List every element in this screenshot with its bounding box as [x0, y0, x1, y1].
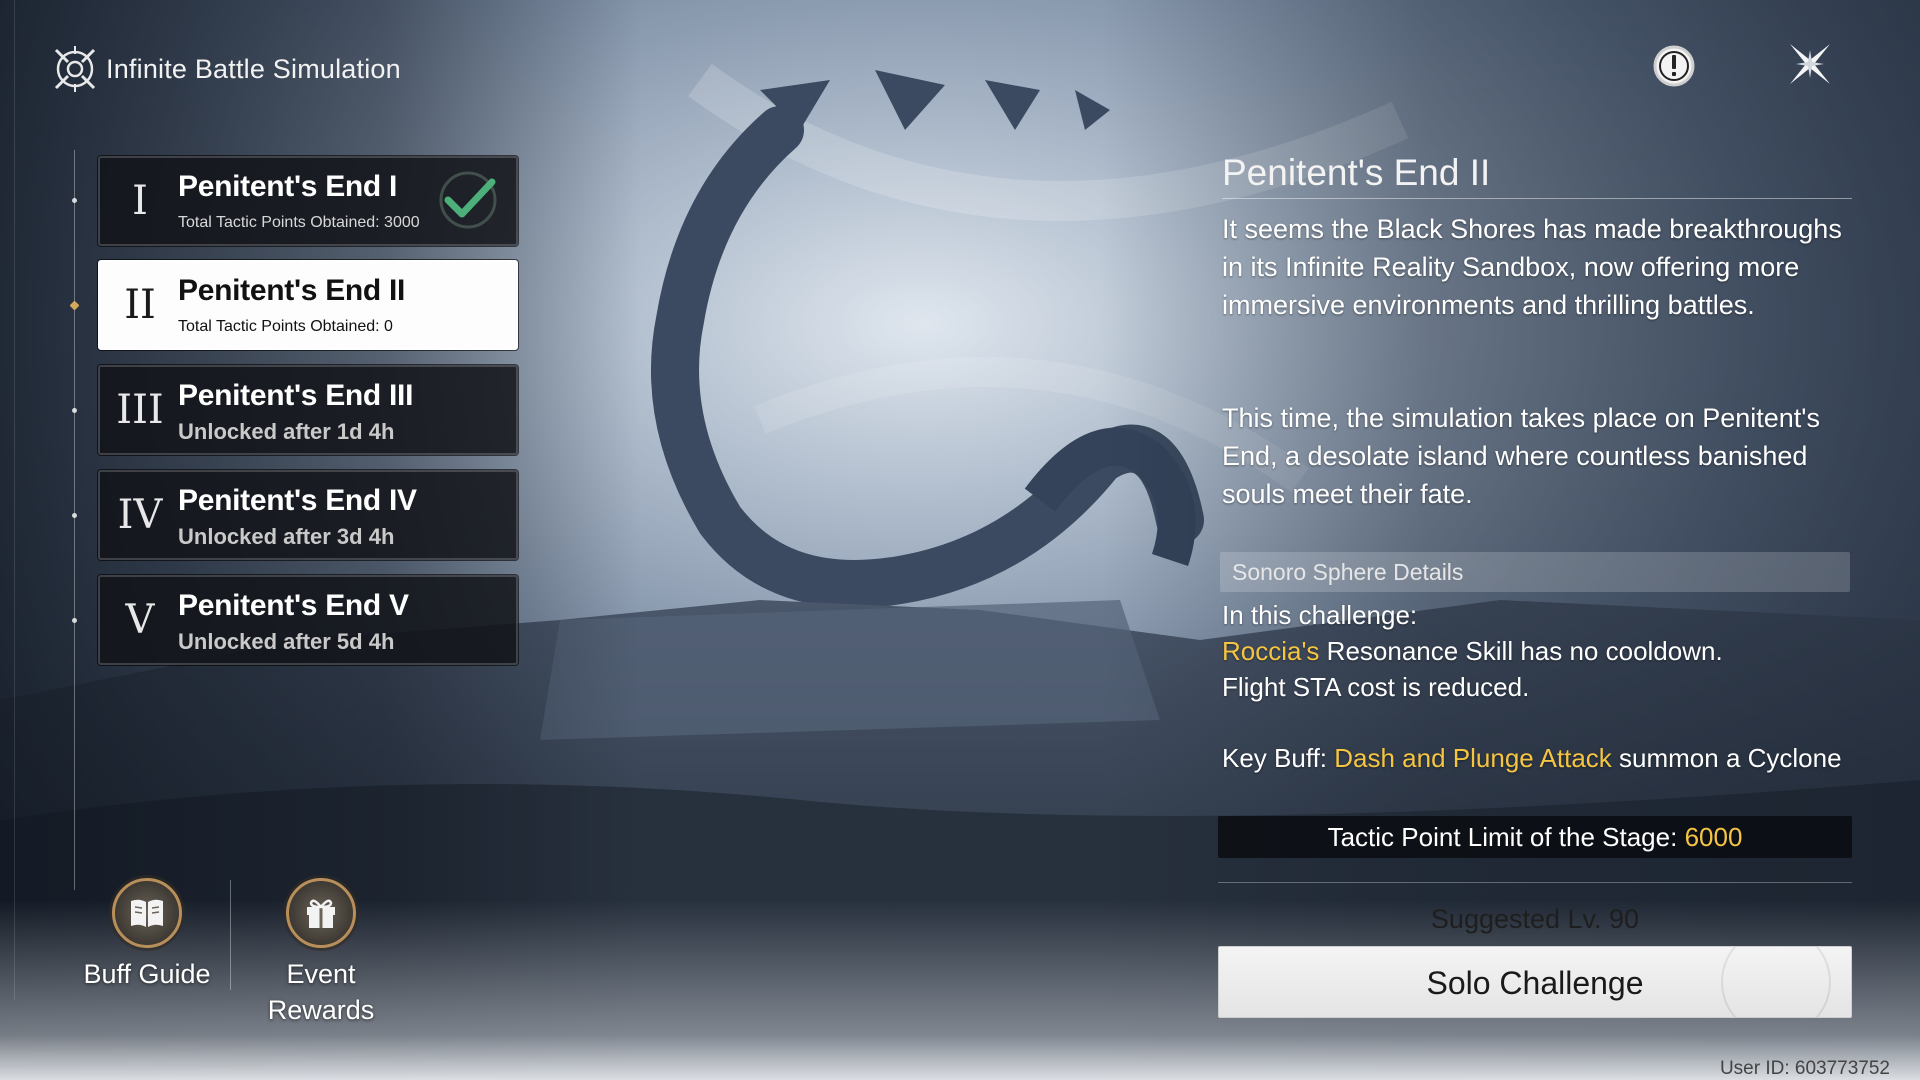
stage-numeral: V — [125, 597, 155, 643]
checkmark-icon — [439, 171, 497, 229]
book-icon — [131, 899, 163, 927]
buff-guide-icon-frame — [112, 878, 182, 948]
buff-guide-button[interactable]: Buff Guide — [72, 878, 222, 992]
stage-numeral: III — [116, 387, 164, 433]
info-button[interactable] — [1652, 44, 1696, 88]
stage-name: Penitent's End II — [178, 274, 406, 307]
close-button[interactable] — [1782, 36, 1838, 92]
stage-unlock-timer: Unlocked after 5d 4h — [178, 629, 395, 654]
stage-card-4[interactable]: IV Penitent's End IV Unlocked after 3d 4… — [98, 470, 518, 560]
event-rewards-label: Event Rewards — [267, 959, 375, 1025]
close-x-icon — [1790, 44, 1830, 84]
title-divider — [1222, 198, 1852, 199]
button-decoration — [1721, 947, 1831, 1017]
stage-unlock-timer: Unlocked after 3d 4h — [178, 524, 395, 549]
sonoro-sphere-header: Sonoro Sphere Details — [1220, 552, 1850, 592]
exclamation-circle-icon — [1653, 45, 1695, 87]
stage-points: Total Tactic Points Obtained: 0 — [178, 318, 393, 335]
event-rewards-button[interactable]: Event Rewards — [246, 878, 396, 1028]
stage-name: Penitent's End III — [178, 379, 414, 412]
page-header: Infinite Battle Simulation — [50, 44, 401, 94]
suggested-divider — [1218, 882, 1852, 883]
stage-card-1[interactable]: I Penitent's End I Total Tactic Points O… — [98, 156, 518, 246]
user-id: User ID: 603773752 — [1719, 1058, 1890, 1079]
stage-description: It seems the Black Shores has made break… — [1222, 214, 1842, 320]
stage-numeral: I — [132, 178, 148, 224]
stage-detail-title: Penitent's End II — [1222, 152, 1491, 193]
simulation-emblem-icon — [54, 46, 96, 92]
challenge-modifier-2: Flight STA cost is reduced. — [1222, 672, 1530, 702]
key-buff-highlight: Dash and Plunge Attack — [1334, 743, 1612, 773]
stage-unlock-timer: Unlocked after 1d 4h — [178, 419, 395, 444]
character-name: Roccia's — [1222, 636, 1320, 666]
rail-dot — [72, 618, 77, 623]
limit-value: 6000 — [1684, 822, 1743, 852]
challenge-modifier-1: Roccia's Resonance Skill has no cooldown… — [1222, 636, 1723, 667]
stage-numeral: IV — [117, 492, 163, 538]
challenge-modifier-1-text: Resonance Skill has no cooldown. — [1319, 636, 1723, 666]
challenge-intro: In this challenge: — [1222, 600, 1418, 630]
suggested-level: Suggested Lv. 90 — [1430, 904, 1640, 934]
stage-setting-description: This time, the simulation takes place on… — [1222, 403, 1820, 509]
rail-dot — [72, 198, 77, 203]
rail-dot — [72, 513, 77, 518]
button-divider — [230, 880, 231, 990]
tactic-point-limit: Tactic Point Limit of the Stage: 6000 — [1218, 816, 1852, 858]
rail-dot — [72, 408, 77, 413]
stage-name: Penitent's End I — [178, 170, 398, 203]
solo-challenge-label: Solo Challenge — [1426, 965, 1644, 1001]
page-title: Infinite Battle Simulation — [106, 53, 401, 84]
edge-line — [14, 0, 15, 1000]
event-rewards-icon-frame — [286, 878, 356, 948]
gift-icon — [307, 899, 335, 928]
stage-card-2[interactable]: II Penitent's End II Total Tactic Points… — [98, 260, 518, 350]
stage-name: Penitent's End V — [178, 589, 409, 622]
stage-points: Total Tactic Points Obtained: 3000 — [178, 214, 420, 231]
buff-guide-label: Buff Guide — [83, 959, 211, 989]
stage-rail — [74, 150, 75, 890]
stage-numeral: II — [124, 282, 156, 328]
stage-card-3[interactable]: III Penitent's End III Unlocked after 1d… — [98, 365, 518, 455]
solo-challenge-button[interactable]: Solo Challenge — [1218, 946, 1852, 1018]
limit-label: Tactic Point Limit of the Stage: — [1327, 822, 1685, 852]
key-buff-prefix: Key Buff: — [1222, 743, 1335, 773]
stage-name: Penitent's End IV — [178, 484, 417, 517]
key-buff-rest: summon a Cyclone — [1611, 743, 1842, 773]
key-buff-line: Key Buff: Dash and Plunge Attack summon … — [1222, 743, 1842, 774]
stage-card-5[interactable]: V Penitent's End V Unlocked after 5d 4h — [98, 575, 518, 665]
